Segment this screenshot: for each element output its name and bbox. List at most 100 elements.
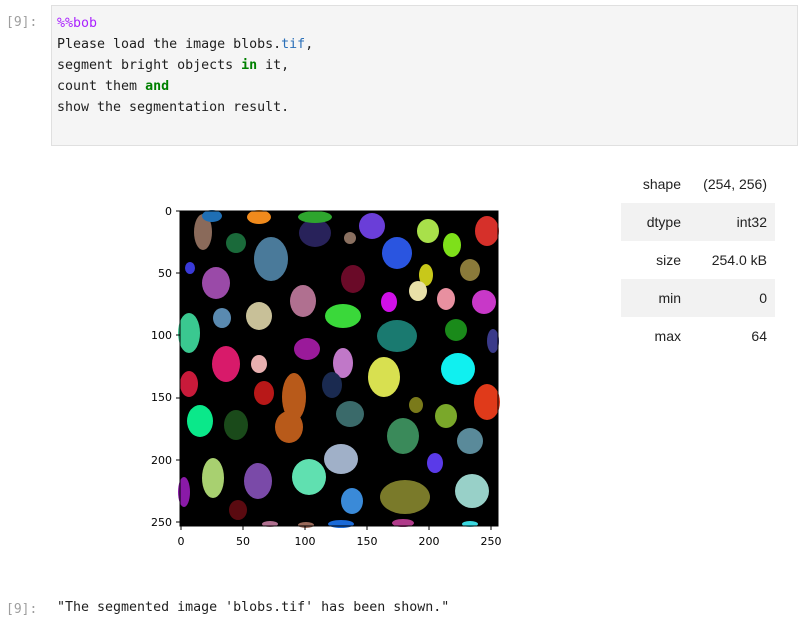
code-text: %%bob Please load the image blobs.tif, s…	[57, 13, 313, 118]
y-tick-label: 200	[151, 454, 172, 467]
y-tick-label: 0	[165, 205, 172, 218]
x-tick-labels: 0 50 100 150 200 250	[178, 535, 502, 548]
label-blob	[341, 265, 365, 293]
label-blob	[417, 219, 439, 243]
label-blob	[298, 211, 332, 223]
label-blob	[212, 346, 240, 382]
label-blob	[377, 320, 417, 352]
y-tick-labels: 0 50 100 150 200 250	[151, 205, 172, 529]
label-blob	[474, 384, 500, 420]
label-blob	[437, 288, 455, 310]
label-blob	[202, 210, 222, 222]
label-blob	[336, 401, 364, 427]
label-blob	[292, 459, 326, 495]
label-blobs	[178, 210, 500, 528]
label-blob	[475, 216, 499, 246]
output-prompt: [9]:	[6, 602, 38, 617]
label-blob	[409, 281, 427, 301]
y-tick-label: 250	[151, 516, 172, 529]
label-blob	[460, 259, 480, 281]
label-blob	[328, 520, 354, 528]
label-blob	[368, 357, 400, 397]
stats-value: (254, 256)	[703, 176, 767, 192]
label-blob	[457, 428, 483, 454]
label-blob	[409, 397, 423, 413]
label-blob	[333, 348, 353, 378]
label-blob	[455, 474, 489, 508]
label-blob	[445, 319, 467, 341]
label-blob	[224, 410, 248, 440]
label-blob	[187, 405, 213, 437]
label-blob	[359, 213, 385, 239]
stats-row-min: min 0	[621, 279, 775, 317]
y-tick-label: 100	[151, 329, 172, 342]
label-blob	[178, 313, 200, 353]
label-blob	[380, 480, 430, 514]
label-blob	[251, 355, 267, 373]
stats-value: 64	[751, 328, 767, 344]
label-blob	[185, 262, 195, 274]
label-blob	[443, 233, 461, 257]
input-prompt: [9]:	[6, 15, 38, 30]
label-blob	[387, 418, 419, 454]
stats-key: size	[656, 252, 681, 268]
x-tick-label: 200	[419, 535, 440, 548]
label-blob	[298, 522, 314, 528]
label-blob	[244, 463, 272, 499]
label-blob	[254, 381, 274, 405]
x-tick-label: 150	[357, 535, 378, 548]
label-blob	[275, 411, 303, 443]
code-line-4: show the segmentation result.	[57, 100, 290, 115]
label-blob	[381, 292, 397, 312]
plot-frame	[179, 210, 499, 527]
image-stats-table: shape (254, 256) dtype int32 size 254.0 …	[621, 165, 775, 355]
label-blob	[344, 232, 356, 244]
code-line-1: Please load the image blobs.tif,	[57, 37, 314, 52]
label-blob	[427, 453, 443, 473]
stats-key: dtype	[646, 214, 681, 230]
stats-row-size: size 254.0 kB	[621, 241, 775, 279]
x-tick-label: 250	[481, 535, 502, 548]
label-blob	[472, 290, 496, 314]
label-blob	[254, 237, 288, 281]
axis-ticks	[176, 210, 492, 530]
label-blob	[322, 372, 342, 398]
output-text: "The segmented image 'blobs.tif' has bee…	[57, 600, 450, 615]
stats-row-max: max 64	[621, 317, 775, 355]
label-blob	[202, 267, 230, 299]
label-blob	[226, 233, 246, 253]
image-background	[180, 211, 498, 526]
label-blob	[262, 521, 278, 527]
label-blob	[341, 488, 363, 514]
stats-row-shape: shape (254, 256)	[621, 165, 775, 203]
stats-key: shape	[642, 176, 681, 192]
label-blob	[441, 353, 475, 385]
label-blob	[180, 371, 198, 397]
label-blob	[382, 237, 412, 269]
stats-value: int32	[736, 214, 767, 230]
label-blob	[229, 500, 247, 520]
label-blob	[282, 373, 306, 421]
label-blob	[462, 521, 478, 527]
label-blob	[299, 219, 331, 247]
code-line-2: segment bright objects in it,	[57, 58, 290, 73]
x-tick-label: 0	[178, 535, 185, 548]
y-tick-label: 50	[158, 267, 172, 280]
label-blob	[213, 308, 231, 328]
label-blob	[325, 304, 361, 328]
label-blob	[178, 477, 190, 507]
label-blob	[246, 302, 272, 330]
label-blob	[487, 329, 499, 353]
label-blob	[435, 404, 457, 428]
code-line-3: count them and	[57, 79, 170, 94]
cell-magic: %%bob	[57, 16, 98, 31]
label-blob	[392, 519, 414, 527]
label-blob	[324, 444, 358, 474]
stats-row-dtype: dtype int32	[621, 203, 775, 241]
stats-key: max	[654, 328, 681, 344]
label-blob	[294, 338, 320, 360]
y-tick-label: 150	[151, 391, 172, 404]
stats-value: 0	[759, 290, 767, 306]
stats-value: 254.0 kB	[711, 252, 767, 268]
code-cell-input[interactable]: %%bob Please load the image blobs.tif, s…	[51, 5, 798, 146]
